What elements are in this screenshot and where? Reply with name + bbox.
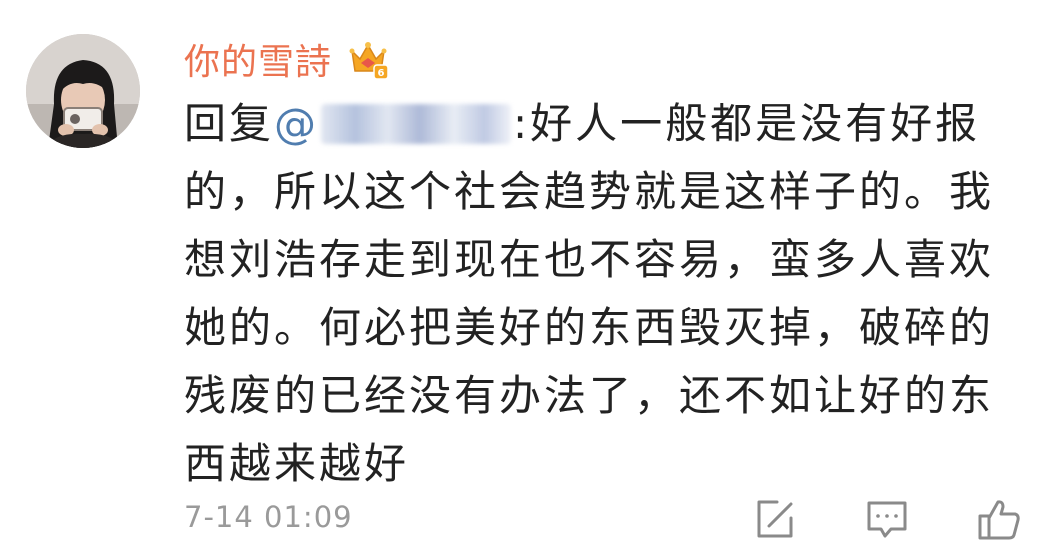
svg-text:6: 6 — [378, 68, 385, 79]
reply-prefix: 回复 — [184, 99, 275, 148]
username-row: 你的雪詩 6 — [184, 32, 390, 86]
timestamp: 7-14 01:09 — [184, 500, 353, 534]
comment-text: 回复@:好人一般都是没有好报的，所以这个社会趋势就是这样子的。我想刘浩存走到现在… — [184, 90, 1014, 498]
thumbs-up-icon[interactable] — [976, 496, 1022, 542]
avatar[interactable] — [26, 34, 140, 148]
username[interactable]: 你的雪詩 — [184, 33, 332, 85]
comment-card: 你的雪詩 6 回复@:好人一般都是没有好报的，所以这个社会趋势就是这样子的。我想… — [0, 0, 1057, 560]
share-edit-icon[interactable] — [751, 496, 797, 542]
comment-body: 好人一般都是没有好报的，所以这个社会趋势就是这样子的。我想刘浩存走到现在也不容易… — [184, 99, 995, 488]
vip-crown-icon[interactable]: 6 — [346, 37, 390, 81]
mention-redacted — [321, 104, 512, 144]
mention-at[interactable]: @ — [274, 99, 319, 148]
mention-separator: : — [513, 99, 531, 148]
comment-icon[interactable] — [864, 496, 910, 542]
